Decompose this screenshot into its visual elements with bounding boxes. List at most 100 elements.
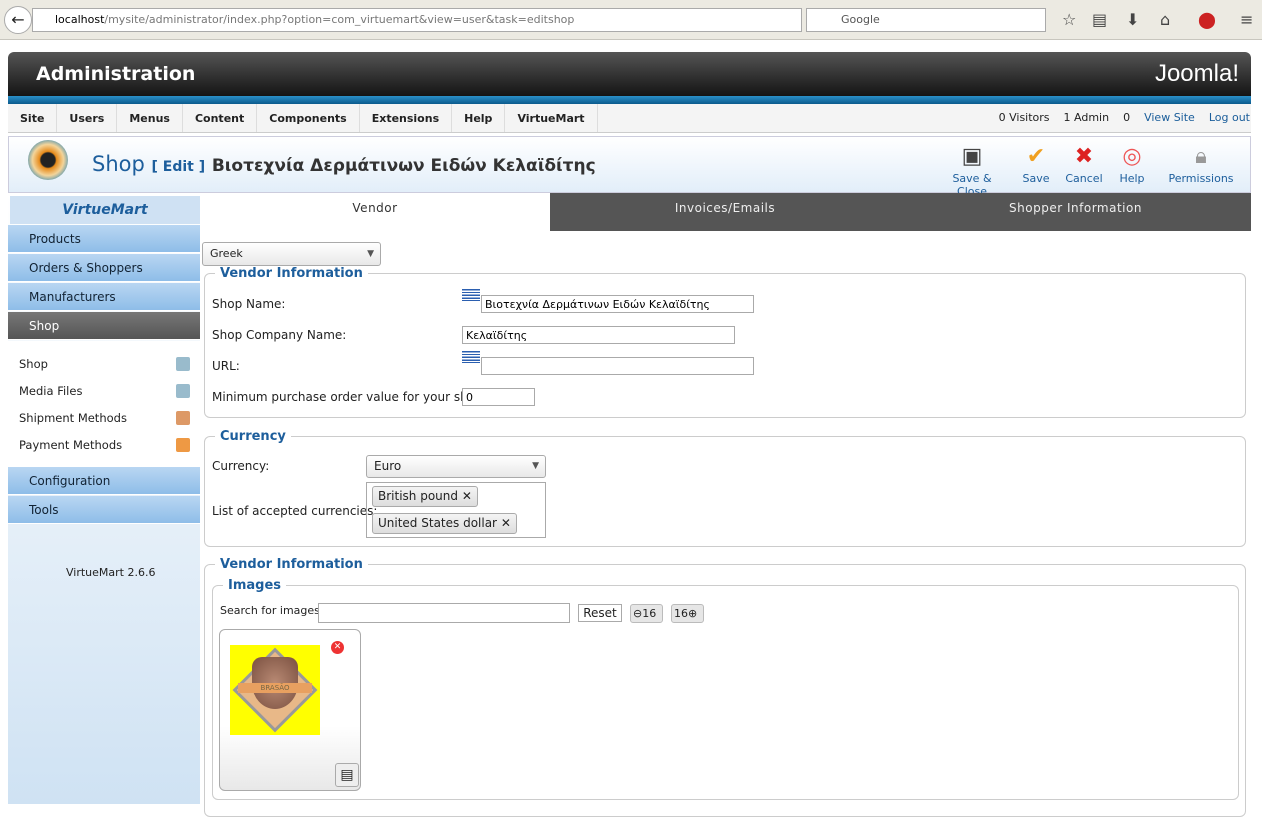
shop-name-field[interactable] — [481, 295, 754, 313]
dropdown-arrow-icon: ▼ — [532, 461, 539, 471]
next-page-button[interactable]: 16⊕ — [671, 604, 704, 623]
url-bar[interactable]: localhost/mysite/administrator/index.php… — [32, 8, 802, 32]
status-bar: 0 Visitors 1 Admin 0 View Site Log out — [999, 111, 1250, 124]
menu-extensions[interactable]: Extensions — [360, 104, 453, 132]
dropdown-arrow-icon: ▼ — [367, 249, 374, 259]
shop-logo-image: BRASÃO — [230, 645, 320, 735]
admin-count: 1 Admin — [1063, 111, 1110, 124]
currency-label: Currency: — [212, 459, 270, 473]
browser-toolbar: ← localhost/mysite/administrator/index.p… — [0, 0, 1262, 40]
subitem-media-files[interactable]: Media Files — [8, 378, 200, 404]
greek-flag-icon — [462, 289, 480, 301]
view-site-link[interactable]: View Site — [1144, 111, 1195, 124]
save-button[interactable]: ✔ Save — [1016, 142, 1056, 192]
media-icon — [176, 384, 190, 398]
plus-icon: ⊕ — [688, 607, 698, 620]
check-icon: ✔ — [1026, 144, 1046, 169]
delete-image-icon[interactable]: ✕ — [331, 641, 344, 654]
cancel-button[interactable]: ✖ Cancel — [1062, 142, 1106, 192]
download-icon[interactable]: ⬇ — [1126, 10, 1139, 29]
cancel-label: Cancel — [1065, 172, 1103, 185]
sidebar-item-configuration[interactable]: Configuration — [8, 467, 200, 495]
sidebar-item-shop[interactable]: Shop — [8, 312, 200, 340]
save-disk-icon: ▣ — [961, 144, 983, 169]
sidebar-item-manufacturers[interactable]: Manufacturers — [8, 283, 200, 311]
save-close-button[interactable]: ▣ Save & Close — [936, 142, 1008, 198]
menu-help[interactable]: Help — [452, 104, 506, 132]
url-label: URL: — [212, 359, 240, 373]
messages-count[interactable]: 0 — [1123, 111, 1130, 124]
admin-header: Administration Joomla! — [8, 52, 1251, 98]
admin-title: Administration — [36, 63, 196, 85]
remove-icon[interactable]: ✕ — [462, 489, 472, 503]
subitem-label: Shipment Methods — [19, 411, 127, 425]
logout-link[interactable]: Log out — [1209, 111, 1250, 124]
home-icon[interactable]: ⌂ — [1160, 10, 1170, 29]
help-label: Help — [1119, 172, 1145, 185]
version-label: VirtueMart 2.6.6 — [66, 566, 156, 579]
menu-menus[interactable]: Menus — [117, 104, 183, 132]
page-title: Shop [ Edit ] Βιοτεχνία Δερμάτινων Ειδών… — [92, 152, 596, 176]
vendor-info2-legend: Vendor Information — [220, 557, 363, 572]
permissions-label: Permissions — [1168, 172, 1234, 185]
chip-label: British pound — [378, 489, 458, 503]
save-label: Save — [1022, 172, 1050, 185]
sidebar-item-products[interactable]: Products — [8, 225, 200, 253]
greek-flag-icon — [462, 351, 480, 363]
currency-legend: Currency — [220, 429, 286, 444]
payment-icon — [176, 438, 190, 452]
tab-invoices[interactable]: Invoices/Emails — [550, 193, 900, 231]
search-input[interactable]: Google — [806, 8, 1046, 32]
image-details-icon[interactable]: ▤ — [335, 763, 359, 787]
currency-chip: British pound ✕ — [372, 486, 478, 507]
shop-name-label: Shop Name: — [212, 297, 286, 311]
sidebar-item-orders[interactable]: Orders & Shoppers — [8, 254, 200, 282]
logo-text: BRASÃO — [238, 683, 312, 693]
back-button[interactable]: ← — [4, 6, 32, 34]
visitors-count: 0 Visitors — [998, 111, 1050, 124]
menu-content[interactable]: Content — [183, 104, 258, 132]
min-order-field[interactable] — [462, 388, 535, 406]
min-order-label: Minimum purchase order value for your sh… — [212, 390, 487, 404]
url-field[interactable] — [481, 357, 754, 375]
prev-count: 16 — [642, 607, 657, 620]
images-legend: Images — [228, 578, 282, 593]
language-value: Greek — [210, 247, 243, 260]
tab-vendor[interactable]: Vendor — [200, 193, 550, 231]
accepted-label: List of accepted currencies: — [212, 504, 378, 518]
edit-label: [ Edit ] — [151, 159, 206, 175]
next-count: 16 — [674, 607, 688, 620]
search-images-input[interactable] — [318, 603, 570, 623]
chip-label: United States dollar — [378, 516, 497, 530]
subitem-label: Media Files — [19, 384, 83, 398]
subitem-payment[interactable]: Payment Methods — [8, 432, 200, 458]
url-host: localhost — [55, 13, 105, 26]
company-field[interactable] — [462, 326, 735, 344]
menu-icon[interactable]: ≡ — [1240, 10, 1253, 29]
truck-icon — [176, 411, 190, 425]
reading-list-icon[interactable]: ▤ — [1092, 10, 1107, 29]
currency-chip: United States dollar ✕ — [372, 513, 517, 534]
currency-fieldset: Currency — [204, 429, 1246, 547]
language-select[interactable]: Greek ▼ — [202, 242, 381, 266]
remove-icon[interactable]: ✕ — [501, 516, 511, 530]
menu-site[interactable]: Site — [8, 104, 58, 132]
reset-button[interactable]: Reset — [578, 604, 622, 622]
bookmark-star-icon[interactable]: ☆ — [1062, 10, 1076, 29]
lock-icon: 🔒︎ — [1195, 144, 1207, 169]
sidebar-item-tools[interactable]: Tools — [8, 496, 200, 524]
permissions-button[interactable]: 🔒︎ Permissions — [1166, 142, 1236, 192]
prev-page-button[interactable]: ⊖16 — [630, 604, 663, 623]
menu-users[interactable]: Users — [57, 104, 118, 132]
menu-components[interactable]: Components — [257, 104, 360, 132]
help-button[interactable]: ◎ Help — [1112, 142, 1152, 192]
adblock-icon[interactable]: ⬤ — [1198, 10, 1216, 29]
tab-shopper[interactable]: Shopper Information — [900, 193, 1251, 231]
menu-virtuemart[interactable]: VirtueMart — [505, 104, 598, 132]
shop-icon — [28, 140, 68, 180]
currency-select[interactable]: Euro ▼ — [366, 455, 546, 478]
virtuemart-logo: VirtueMart — [10, 196, 200, 224]
subitem-shipment[interactable]: Shipment Methods — [8, 405, 200, 431]
subitem-shop[interactable]: Shop — [8, 351, 200, 377]
url-path: /mysite/administrator/index.php?option=c… — [104, 13, 575, 26]
